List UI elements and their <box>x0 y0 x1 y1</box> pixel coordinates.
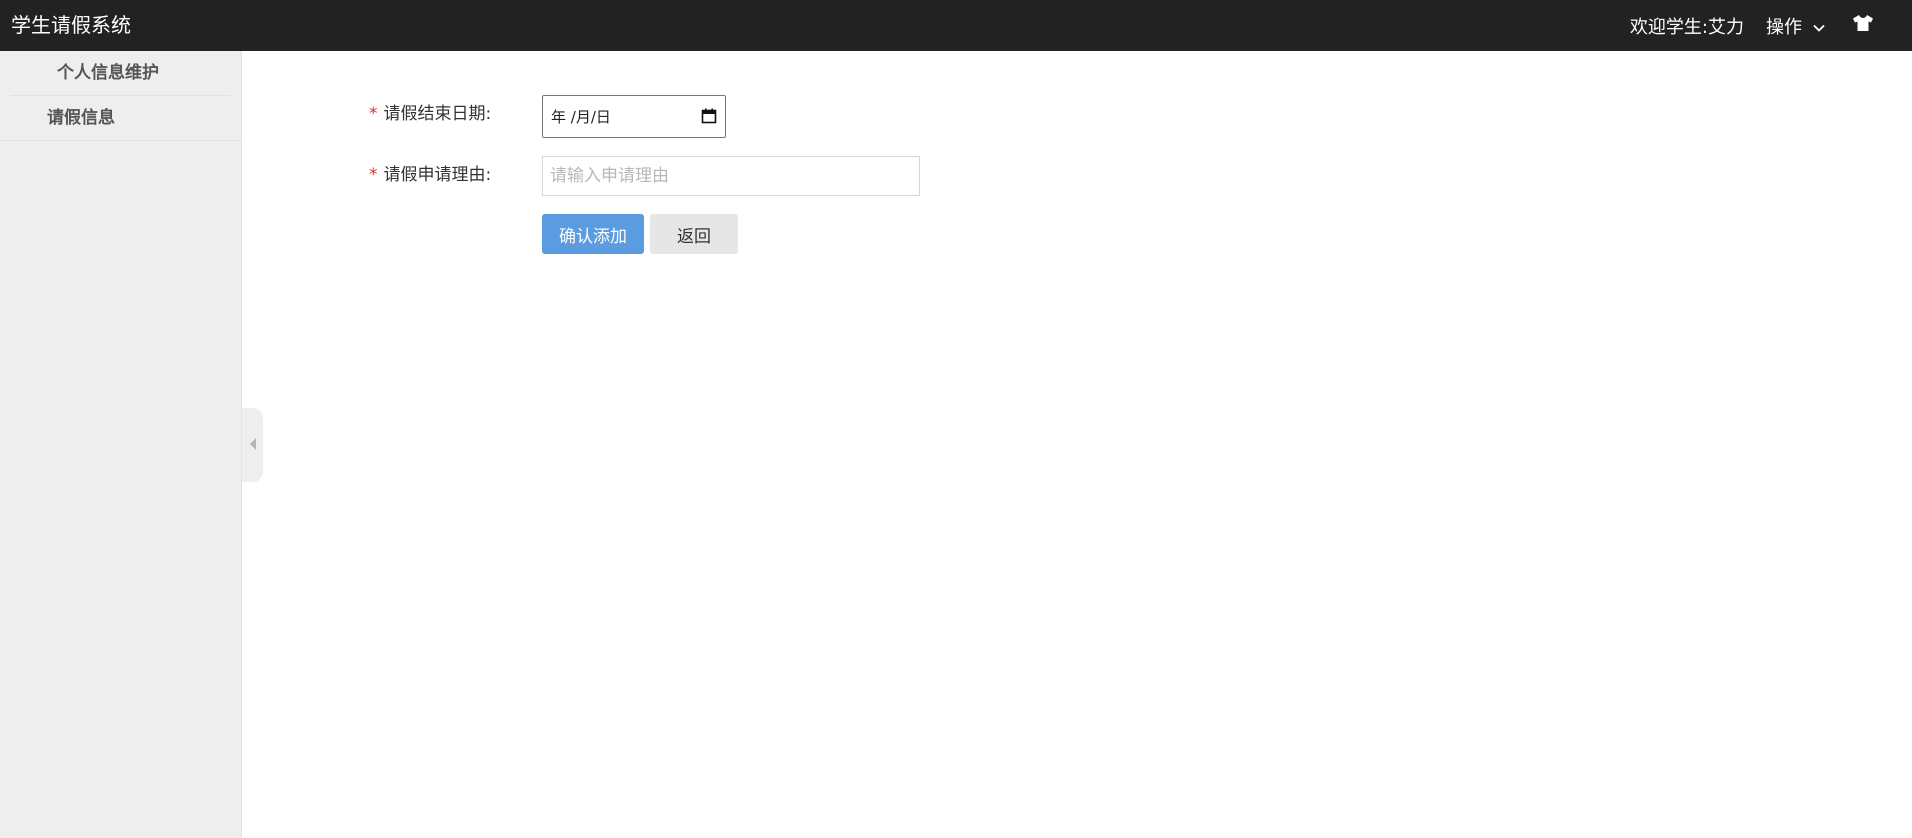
required-mark: * <box>369 104 378 124</box>
end-date-value: 年 /月/日 <box>551 108 611 126</box>
sidebar-item-leave-info[interactable]: 请假信息 <box>0 96 241 141</box>
app-title[interactable]: 学生请假系统 <box>11 12 131 38</box>
leave-form: *请假结束日期: 年 /月/日 *请假申请理由: 确认添加 返回 <box>242 51 1912 838</box>
theme-button[interactable] <box>1852 14 1874 37</box>
end-date-label: * 请假结束日期: <box>369 102 491 126</box>
operations-label: 操作 <box>1766 16 1802 38</box>
reason-label: * 请假申请理由: <box>369 163 491 187</box>
chevron-down-icon <box>1812 19 1826 33</box>
top-nav-bar: 学生请假系统 欢迎学生:艾力 操作 <box>0 0 1912 51</box>
sidebar-item-personal-info[interactable]: 个人信息维护 <box>10 51 231 96</box>
confirm-add-button[interactable]: 确认添加 <box>542 214 644 254</box>
reason-label-text: 请假申请理由: <box>383 165 492 185</box>
tshirt-icon <box>1852 14 1874 37</box>
calendar-icon[interactable] <box>701 108 717 124</box>
reason-input[interactable] <box>542 156 920 196</box>
back-button[interactable]: 返回 <box>650 214 738 254</box>
operations-menu[interactable]: 操作 <box>1766 13 1826 39</box>
required-mark: * <box>369 165 378 185</box>
end-date-input[interactable]: 年 /月/日 <box>542 95 726 138</box>
welcome-text: 欢迎学生:艾力 <box>1629 16 1744 38</box>
sidebar: 个人信息维护 请假信息 <box>0 51 242 838</box>
end-date-label-text: 请假结束日期: <box>383 104 492 124</box>
topbar-right: 欢迎学生:艾力 操作 <box>1630 0 1912 51</box>
